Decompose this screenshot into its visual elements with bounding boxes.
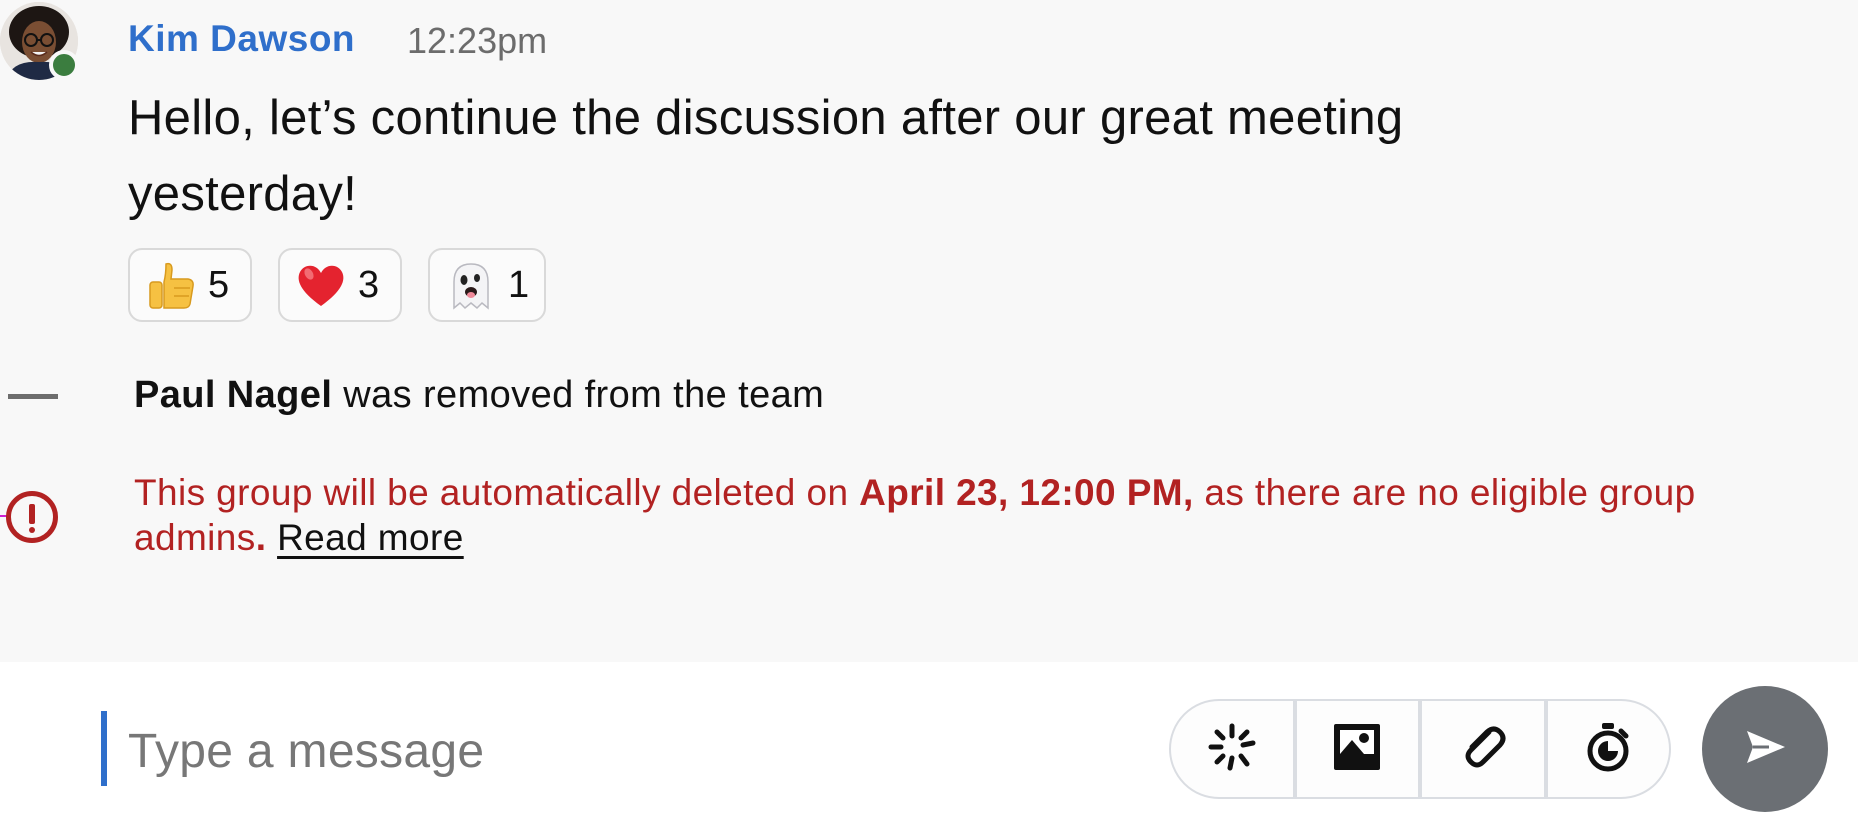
red-heart-icon <box>294 258 348 312</box>
removed-member-name[interactable]: Paul Nagel <box>134 374 332 416</box>
system-event-text: was removed from the team <box>332 374 825 416</box>
deletion-warning: This group will be automatically deleted… <box>134 470 1834 560</box>
deletion-date: April 23, 12:00 PM, <box>859 472 1194 513</box>
timed-message-button[interactable] <box>1548 701 1670 797</box>
reaction-count: 5 <box>208 263 230 306</box>
warning-period: . <box>255 517 267 558</box>
attach-file-button[interactable] <box>1422 701 1548 797</box>
reaction-count: 3 <box>358 263 380 306</box>
send-button[interactable] <box>1702 686 1828 812</box>
paperclip-icon <box>1456 720 1510 779</box>
message-input[interactable] <box>128 718 1128 784</box>
message-timestamp: 12:23pm <box>407 20 548 61</box>
composer-toolbar <box>1169 699 1671 799</box>
ghost-icon <box>444 258 498 312</box>
send-icon <box>1741 723 1789 776</box>
timer-icon <box>1581 720 1635 779</box>
ai-sparkle-button[interactable] <box>1171 701 1297 797</box>
dash-icon <box>8 394 58 399</box>
image-icon <box>1330 720 1384 779</box>
message-list: Kim Dawson 12:23pm Hello, let’s continue… <box>0 0 1858 662</box>
system-event: Paul Nagel was removed from the team <box>134 374 824 417</box>
alert-icon <box>6 491 58 543</box>
online-status-dot <box>49 50 79 80</box>
reaction-ghost[interactable]: 1 <box>428 248 546 322</box>
read-more-link[interactable]: Read more <box>277 517 464 558</box>
message-author[interactable]: Kim Dawson <box>128 18 355 60</box>
message-text: Hello, let’s continue the discussion aft… <box>128 91 1404 221</box>
image-button[interactable] <box>1297 701 1422 797</box>
reaction-thumbs-up[interactable]: 5 <box>128 248 252 322</box>
sparkle-icon <box>1205 720 1259 779</box>
text-caret <box>101 711 107 786</box>
thumbs-up-icon <box>144 258 198 312</box>
reaction-heart[interactable]: 3 <box>278 248 402 322</box>
warning-prefix: This group will be automatically deleted… <box>134 472 860 513</box>
avatar[interactable] <box>0 0 80 80</box>
reaction-count: 1 <box>508 263 530 306</box>
